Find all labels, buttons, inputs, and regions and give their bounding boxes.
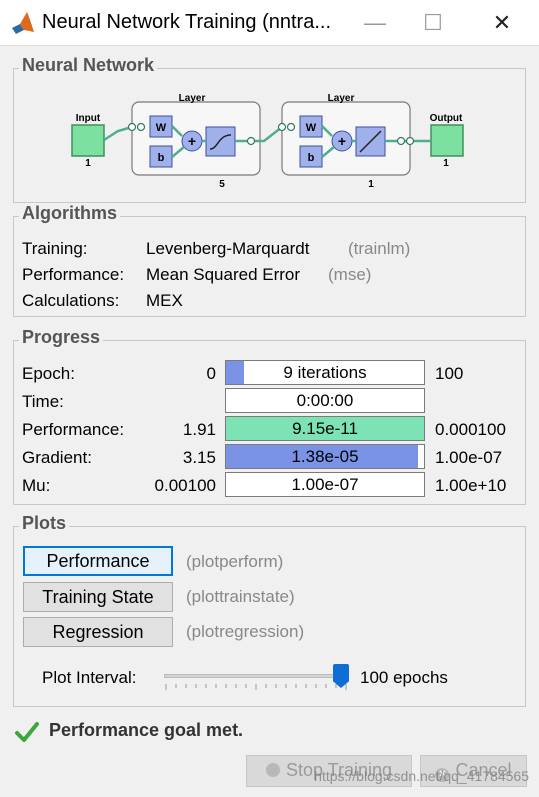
algorithms-panel: Algorithms Training: Levenberg-Marquardt… (13, 203, 526, 317)
output-size: 1 (443, 158, 449, 169)
plot-performance-func: (plotperform) (186, 552, 284, 571)
calculations-label: Calculations: (22, 291, 120, 310)
gradient-label: Gradient: (22, 448, 92, 467)
mu-bar-text: 1.00e-07 (291, 475, 359, 494)
training-func: (trainlm) (348, 239, 411, 258)
hidden-layer-label: Layer (179, 93, 206, 104)
performance-func: (mse) (328, 265, 372, 284)
svg-text:+: + (188, 133, 196, 149)
performance-label: Performance: (22, 265, 125, 284)
hidden-bias-label: b (158, 152, 165, 164)
gradient-end: 1.00e-07 (435, 448, 503, 467)
perf-progress-end: 0.000100 (435, 420, 506, 439)
epoch-label: Epoch: (22, 364, 75, 383)
plot-interval-label: Plot Interval: (42, 668, 137, 687)
perf-progress-start: 1.91 (182, 420, 216, 439)
plots-title: Plots (19, 513, 70, 534)
title-bar: Neural Network Training (nntra... — ☐ ✕ (0, 0, 539, 46)
minimize-button[interactable]: — (360, 8, 390, 38)
training-value: Levenberg-Marquardt (146, 239, 310, 258)
training-label: Training: (22, 239, 88, 258)
calculations-value: MEX (146, 291, 183, 310)
input-block (71, 124, 105, 157)
plot-training-state-button[interactable]: Training State (23, 582, 173, 612)
mu-end: 1.00e+10 (435, 476, 507, 495)
epoch-bar-text: 9 iterations (283, 363, 367, 382)
svg-text:+: + (338, 133, 346, 149)
hidden-weight-label: W (156, 122, 167, 134)
gradient-start: 3.15 (182, 448, 216, 467)
time-bar-text: 0:00:00 (296, 391, 354, 410)
stop-icon (265, 763, 280, 777)
output-weight-label: W (306, 122, 317, 134)
progress-title: Progress (19, 327, 104, 348)
status-message: Performance goal met. (49, 720, 244, 740)
plot-regression-button[interactable]: Regression (23, 617, 173, 647)
close-button[interactable]: ✕ (487, 8, 517, 38)
output-layer-label: Layer (328, 93, 355, 104)
watermark-text: https://blog.csdn.net/qq_41784565 (314, 768, 529, 784)
output-label: Output (430, 113, 463, 124)
output-block (430, 124, 464, 157)
output-bias-label: b (308, 152, 315, 164)
time-bar: 0:00:00 (225, 388, 425, 413)
plot-interval-slider[interactable] (164, 664, 349, 694)
matlab-logo-icon (12, 12, 34, 34)
perf-progress-bar-text: 9.15e-11 (292, 419, 358, 438)
gradient-bar: 1.38e-05 (225, 444, 425, 469)
gradient-bar-text: 1.38e-05 (291, 447, 359, 466)
hidden-layer-size: 5 (219, 179, 225, 190)
output-layer-size: 1 (368, 179, 374, 190)
maximize-button[interactable]: ☐ (418, 8, 448, 38)
slider-track (164, 674, 349, 678)
perf-progress-bar: 9.15e-11 (225, 416, 425, 441)
hidden-tansig-block (205, 126, 236, 157)
network-diagram: Input 1 Layer W b + 5 Layer W b + 1 Outp… (71, 93, 464, 190)
input-size: 1 (85, 158, 91, 169)
plot-training-state-func: (plottrainstate) (186, 587, 295, 606)
time-label: Time: (22, 392, 64, 411)
mu-bar: 1.00e-07 (225, 472, 425, 497)
plot-performance-button[interactable]: Performance (23, 546, 173, 576)
performance-value: Mean Squared Error (146, 265, 301, 284)
plot-interval-value: 100 epochs (360, 668, 448, 687)
perf-progress-label: Performance: (22, 420, 125, 439)
epoch-bar: 9 iterations (225, 360, 425, 385)
neural-network-panel: Neural Network Input 1 Layer W b + 5 Lay… (13, 55, 526, 203)
window-title: Neural Network Training (nntra... (42, 11, 332, 33)
mu-start: 0.00100 (154, 476, 216, 495)
slider-ticks (165, 684, 347, 690)
plots-panel: Plots Performance (plotperform) Training… (13, 513, 526, 707)
plot-regression-func: (plotregression) (186, 622, 305, 641)
input-label: Input (76, 113, 101, 124)
epoch-start: 0 (206, 364, 216, 383)
algorithms-title: Algorithms (19, 203, 121, 224)
progress-panel: Progress Epoch: 0 9 iterations 100 Time:… (13, 327, 526, 505)
mu-label: Mu: (22, 476, 51, 495)
checkmark-icon (15, 722, 39, 742)
epoch-end: 100 (435, 364, 464, 383)
